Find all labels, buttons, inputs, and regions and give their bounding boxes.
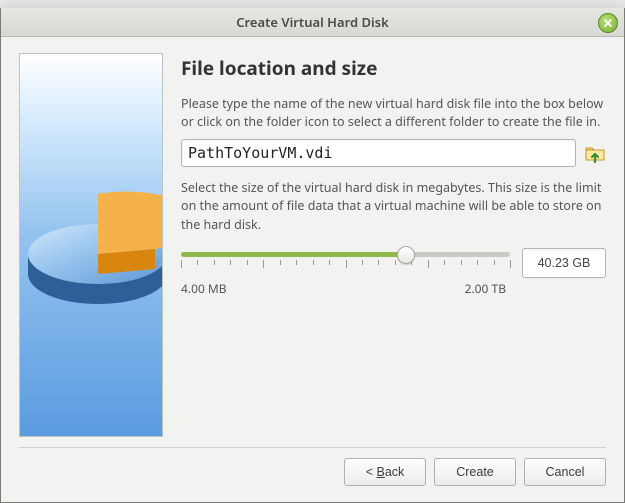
back-button[interactable]: < Back [344, 458, 426, 486]
file-path-input[interactable] [181, 139, 576, 167]
size-value-input[interactable] [522, 248, 606, 278]
size-description: Select the size of the virtual hard disk… [181, 179, 606, 233]
slider-min-label: 4.00 MB [181, 280, 227, 297]
slider-ticks [181, 260, 510, 268]
page-heading: File location and size [181, 55, 606, 81]
button-row: < Back Create Cancel [1, 448, 624, 500]
dialog-window: Create Virtual Hard Disk [0, 8, 625, 503]
slider-fill [181, 252, 405, 257]
size-slider[interactable] [181, 248, 510, 278]
cancel-button[interactable]: Cancel [524, 458, 606, 486]
wizard-page: File location and size Please type the n… [181, 53, 606, 437]
slider-thumb[interactable] [397, 246, 415, 264]
slider-max-label: 2.00 TB [465, 280, 506, 297]
titlebar[interactable]: Create Virtual Hard Disk [1, 8, 624, 37]
window-title: Create Virtual Hard Disk [236, 13, 389, 31]
location-description: Please type the name of the new virtual … [181, 95, 606, 131]
browse-folder-icon[interactable] [584, 142, 606, 164]
create-button[interactable]: Create [434, 458, 516, 486]
close-icon[interactable] [598, 13, 618, 33]
wizard-illustration [19, 53, 163, 437]
